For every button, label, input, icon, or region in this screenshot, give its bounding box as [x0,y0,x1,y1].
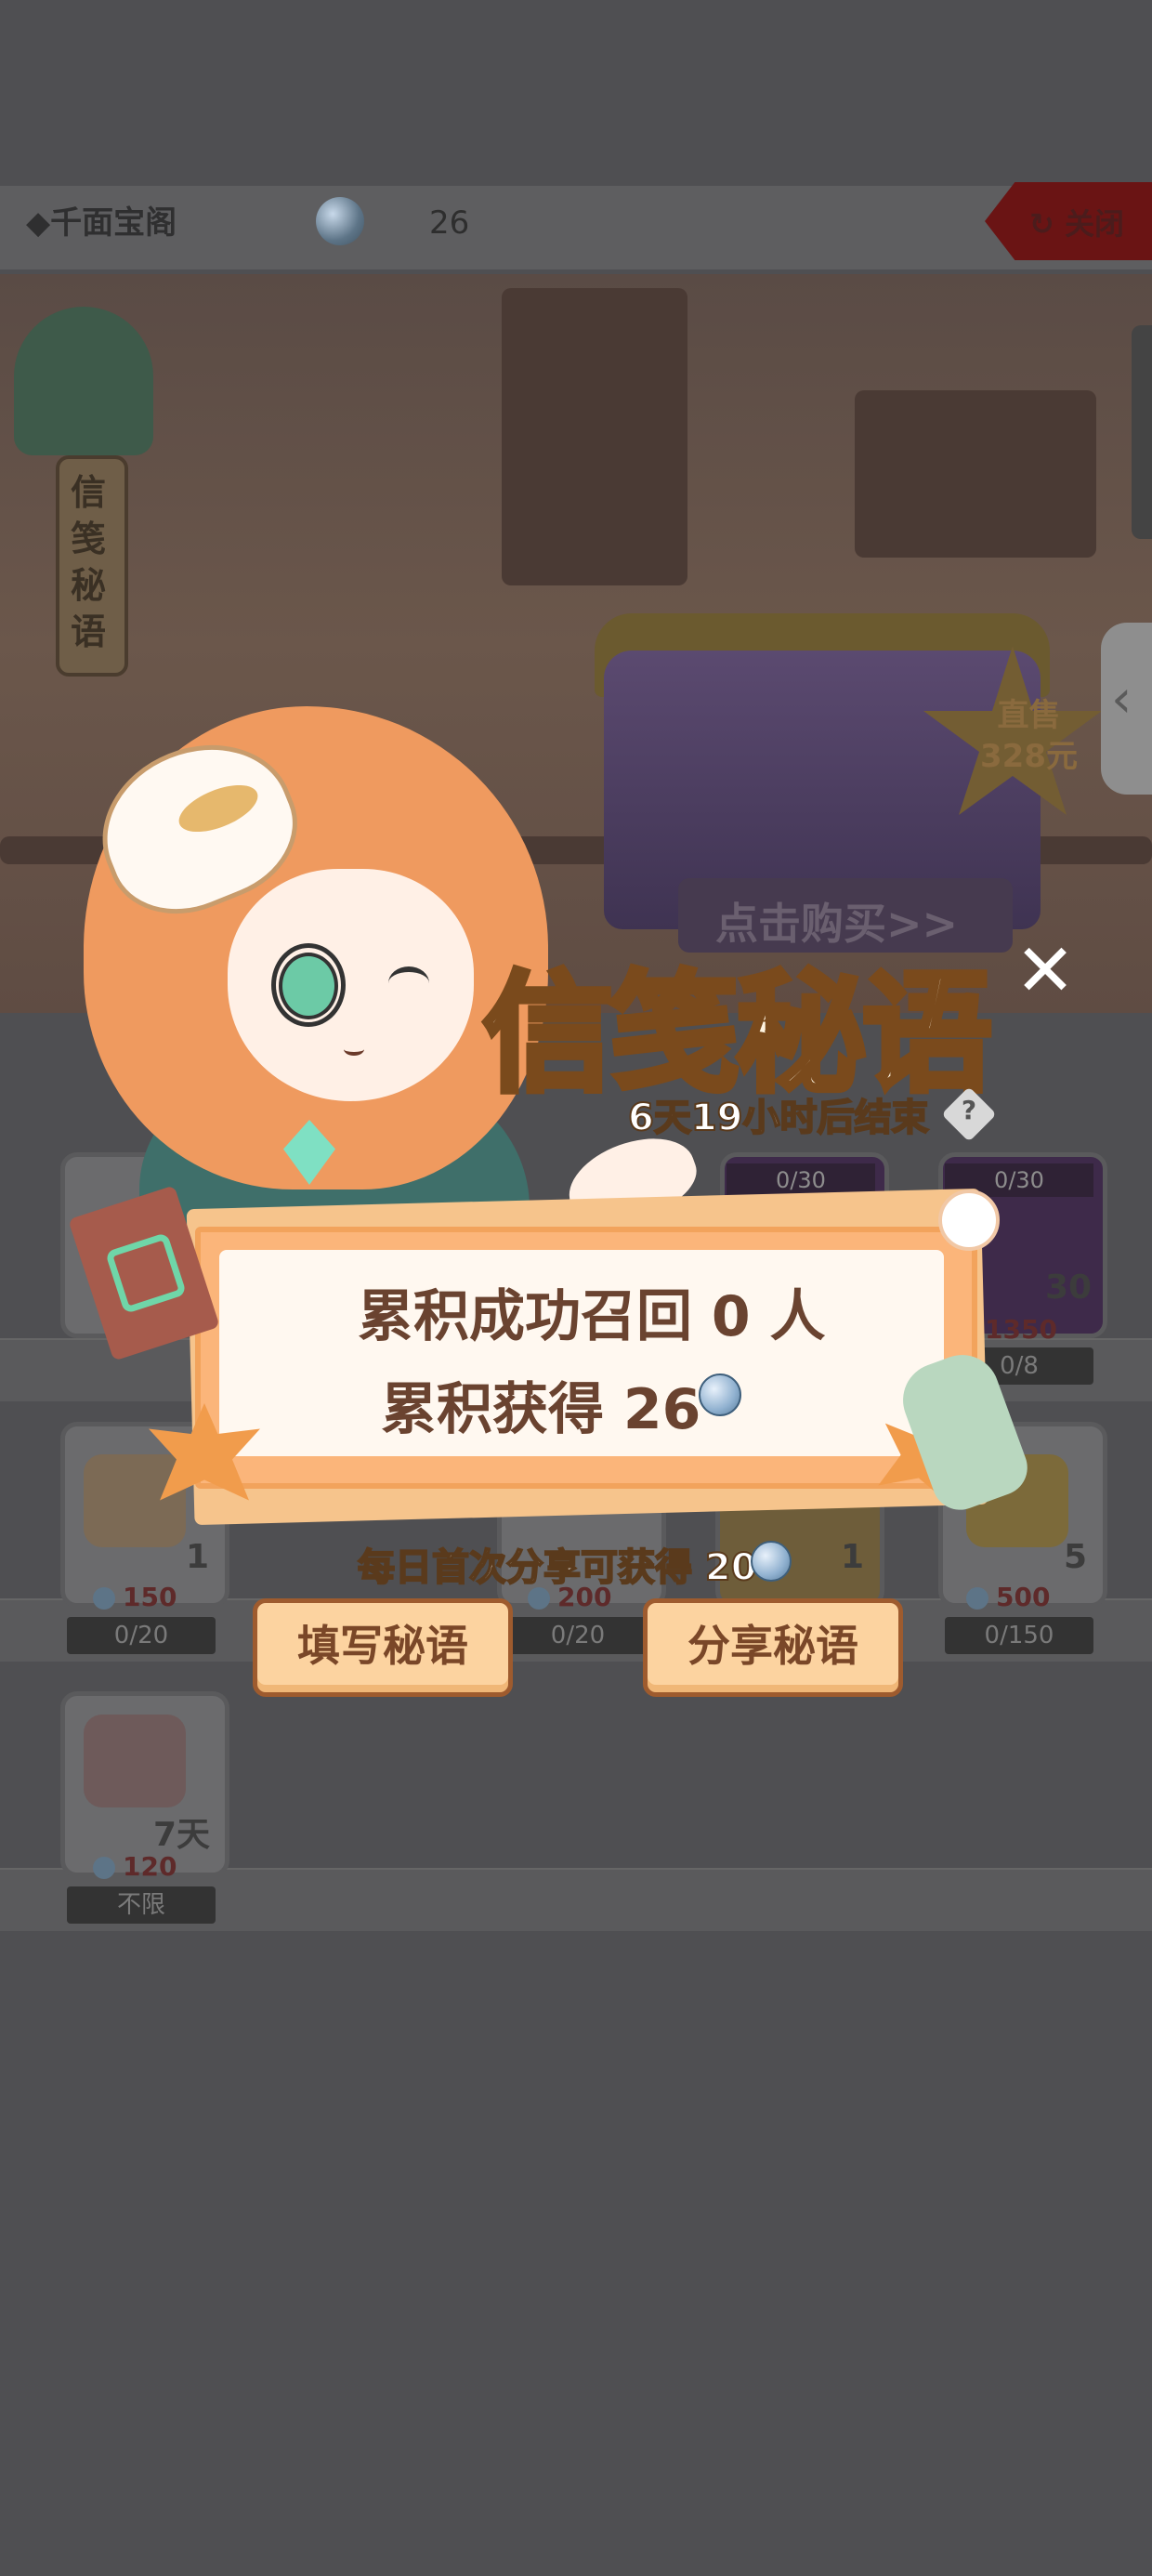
currency-count: 26 [429,204,470,242]
close-icon[interactable]: ✕ [1013,935,1078,1007]
fill-secret-button[interactable]: 填写秘语 [253,1598,513,1697]
gem-icon [316,197,364,245]
event-countdown: 6天19小时后结束 [627,1096,929,1140]
item-price: 1350 [985,1314,1057,1345]
item-limit: 0/20 [504,1617,652,1654]
banner-edge-tab [1132,325,1152,539]
item-quantity: 1 [186,1538,210,1576]
earned-total: 累积获得 26 [381,1377,701,1442]
item-price: 500 [996,1582,1051,1612]
item-duration: 7天 [153,1816,211,1854]
recalled-count: 累积成功召回 0 人 [358,1284,826,1349]
gem-icon [751,1541,792,1582]
ribbon-bow-icon [938,1189,1000,1251]
coin-icon [966,1587,988,1610]
banner-price: 直售 328元 [980,697,1078,775]
item-quantity: 1 [841,1538,865,1576]
shop-close-label: ↻ 关闭 [1029,206,1124,242]
help-symbol: ? [961,1095,977,1125]
item-price: 120 [123,1851,177,1882]
frame-item-icon [84,1715,186,1807]
share-reward-hint: 每日首次分享可获得 20 [357,1545,758,1590]
character-face [228,869,474,1101]
item-limit: 不限 [67,1886,216,1924]
banner-scroll-text: 信笺秘语 [70,472,106,652]
item-quantity: 5 [1064,1538,1088,1576]
item-limit: 0/20 [67,1617,216,1654]
coin-icon [93,1857,115,1879]
horn-item-icon [84,1454,186,1547]
share-secret-button[interactable]: 分享秘语 [643,1598,903,1697]
item-quantity: 30 [1045,1268,1093,1307]
lamp-icon [14,307,153,455]
banner-window [502,288,687,585]
item-price: 150 [123,1582,177,1612]
gem-icon [699,1373,741,1416]
coin-icon [93,1587,115,1610]
monocle-icon [271,943,346,1027]
chevron-left-icon: ‹ [1111,669,1132,729]
character-mouth [344,1043,364,1056]
character-eye-wink [388,966,429,1000]
item-limit: 0/150 [945,1617,1093,1654]
banner-cabinet [855,390,1096,558]
shop-title: ◆千面宝阁 [26,204,177,242]
